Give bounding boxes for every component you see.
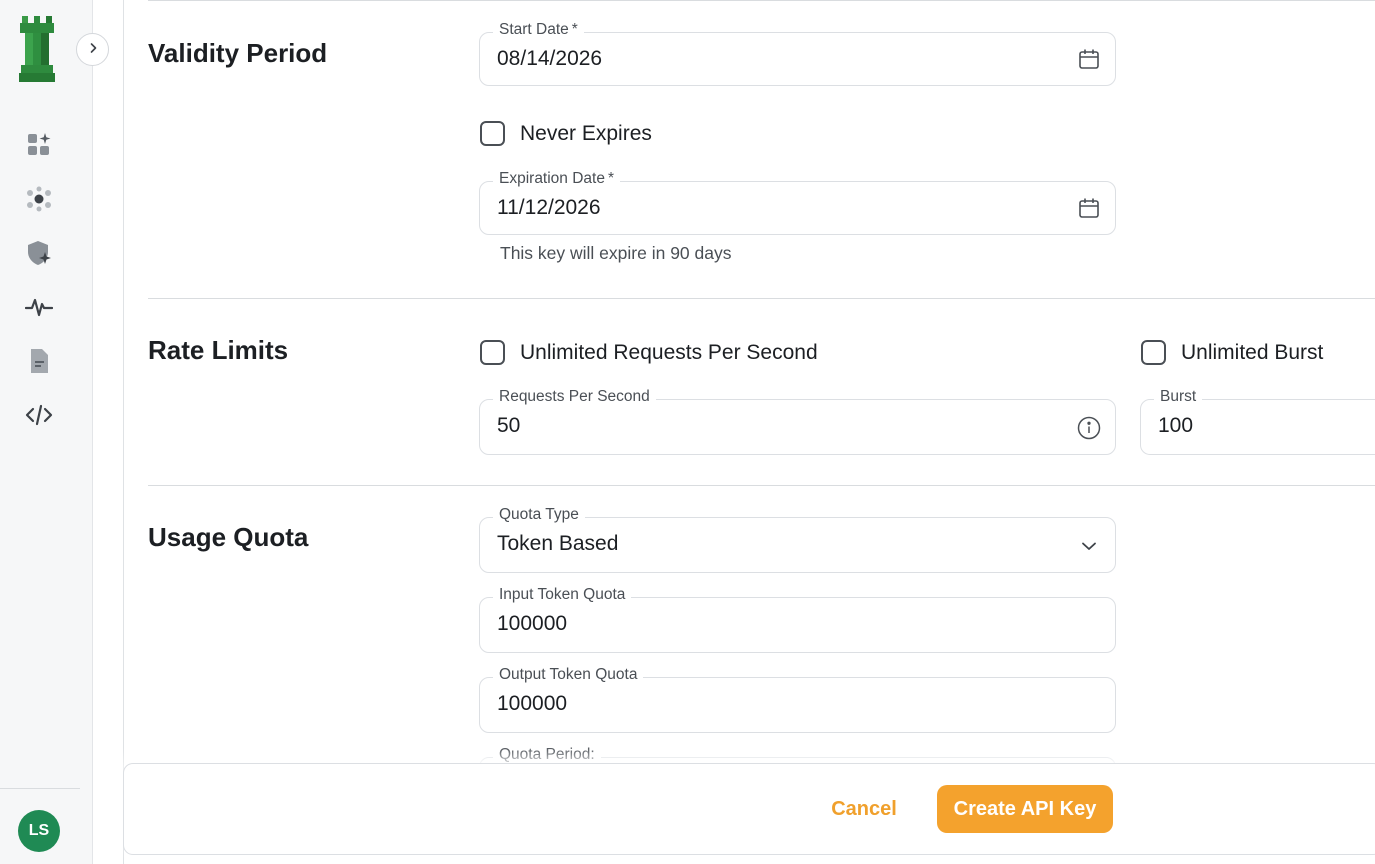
input-token-quota-field[interactable]: Input Token Quota 100000 xyxy=(479,586,1116,653)
start-date-field[interactable]: Start Date * 08/14/2026 xyxy=(479,21,1116,86)
quota-type-label: Quota Type xyxy=(493,506,585,524)
validity-section-title: Validity Period xyxy=(148,38,328,68)
create-api-key-button[interactable]: Create API Key xyxy=(937,785,1113,833)
rate-limits-section-title: Rate Limits xyxy=(148,335,289,365)
never-expires-label: Never Expires xyxy=(520,121,652,145)
section-divider xyxy=(148,485,1375,486)
form-footer xyxy=(123,763,1375,855)
rps-field[interactable]: Requests Per Second 50 xyxy=(479,388,1116,455)
expiration-date-field[interactable]: Expiration Date * 11/12/2026 xyxy=(479,170,1116,235)
quota-type-select[interactable]: Quota Type Token Based xyxy=(479,506,1116,573)
section-divider xyxy=(148,0,1375,1)
section-divider xyxy=(148,298,1375,299)
network-hub-icon[interactable] xyxy=(24,184,54,214)
start-date-label: Start Date * xyxy=(493,21,584,39)
input-token-quota-value: 100000 xyxy=(497,612,568,635)
activity-pulse-icon[interactable] xyxy=(24,292,54,322)
unlimited-rps-checkbox[interactable]: Unlimited Requests Per Second xyxy=(480,340,818,365)
burst-field[interactable]: Burst 100 xyxy=(1140,388,1375,455)
input-token-quota-label: Input Token Quota xyxy=(493,586,632,604)
usage-quota-section-title: Usage Quota xyxy=(148,522,309,552)
expiration-date-label: Expiration Date * xyxy=(493,170,621,188)
burst-label: Burst xyxy=(1154,388,1203,406)
expiration-helper-text: This key will expire in 90 days xyxy=(500,243,732,263)
unlimited-rps-box[interactable] xyxy=(480,340,505,365)
chevron-down-icon[interactable] xyxy=(1077,534,1101,558)
start-date-value: 08/14/2026 xyxy=(497,47,603,70)
sidebar-expand-button[interactable] xyxy=(76,33,109,66)
output-token-quota-field[interactable]: Output Token Quota 100000 xyxy=(479,666,1116,733)
cancel-button[interactable]: Cancel xyxy=(817,785,911,833)
quota-type-value: Token Based xyxy=(497,532,619,555)
sidebar: LS xyxy=(0,0,93,864)
output-token-quota-value: 100000 xyxy=(497,692,568,715)
calendar-icon[interactable] xyxy=(1077,196,1101,220)
never-expires-box[interactable] xyxy=(480,121,505,146)
dashboard-sparkle-icon[interactable] xyxy=(24,130,54,160)
unlimited-rps-label: Unlimited Requests Per Second xyxy=(520,340,818,364)
quota-period-label: Quota Period: xyxy=(493,746,601,764)
rps-value: 50 xyxy=(497,414,521,437)
unlimited-burst-checkbox[interactable]: Unlimited Burst xyxy=(1141,340,1323,365)
code-icon[interactable] xyxy=(24,400,54,430)
unlimited-burst-label: Unlimited Burst xyxy=(1181,340,1324,364)
shield-sparkle-icon[interactable] xyxy=(24,238,54,268)
info-icon[interactable] xyxy=(1077,416,1101,440)
output-token-quota-label: Output Token Quota xyxy=(493,666,644,684)
expiration-date-value: 11/12/2026 xyxy=(497,196,601,219)
calendar-icon[interactable] xyxy=(1077,47,1101,71)
rps-label: Requests Per Second xyxy=(493,388,656,406)
user-avatar[interactable]: LS xyxy=(18,810,60,852)
never-expires-checkbox[interactable]: Never Expires xyxy=(480,121,652,146)
rook-logo-icon xyxy=(16,14,58,84)
chevron-right-icon xyxy=(87,41,99,59)
unlimited-burst-box[interactable] xyxy=(1141,340,1166,365)
document-icon[interactable] xyxy=(24,346,54,376)
sidebar-divider xyxy=(0,788,80,789)
burst-value: 100 xyxy=(1158,414,1194,437)
